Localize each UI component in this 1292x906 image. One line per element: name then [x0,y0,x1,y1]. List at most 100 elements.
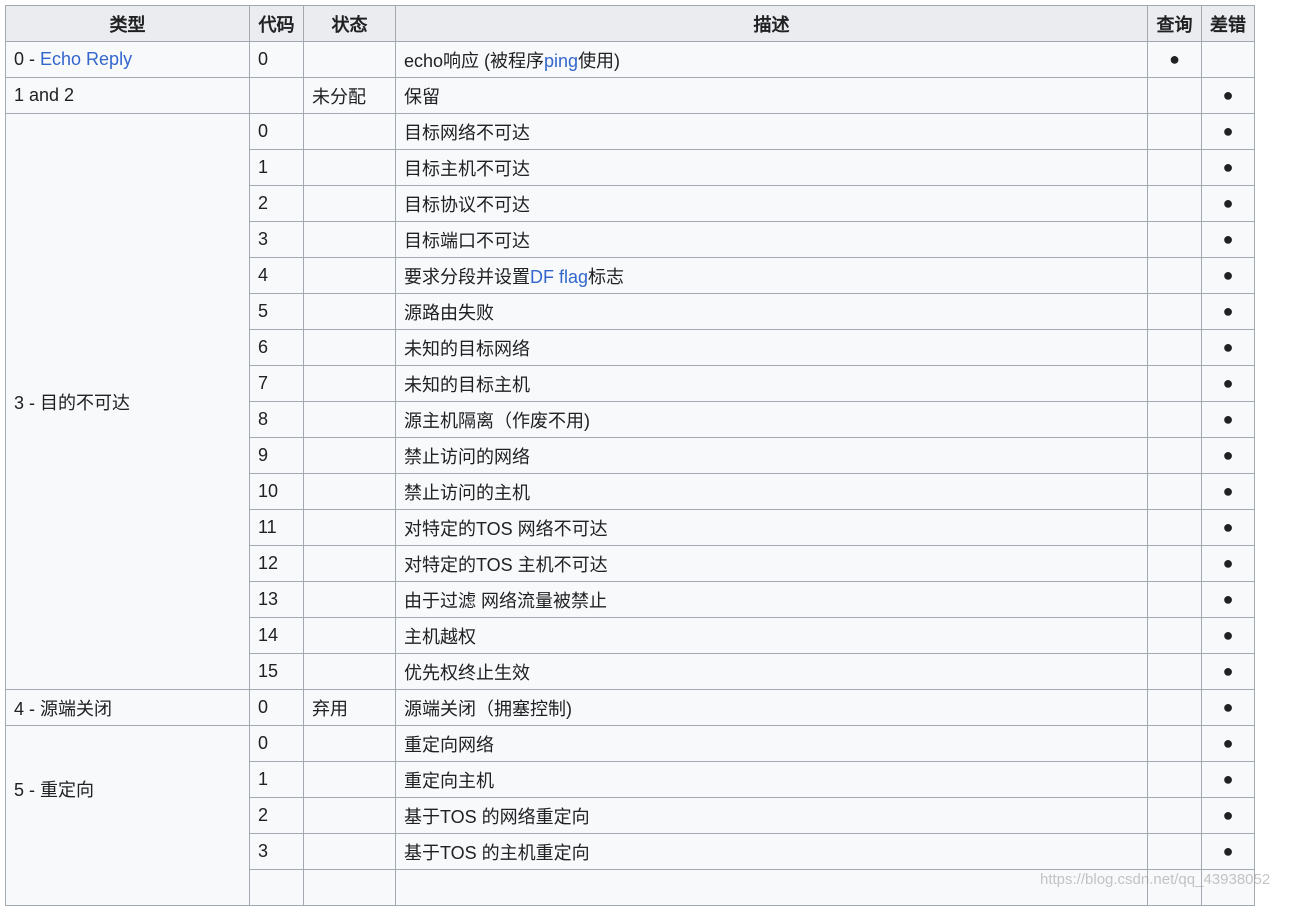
error-mark: ● [1201,77,1255,114]
status-cell [303,329,396,366]
code-cell: 2 [249,185,304,222]
status-cell [303,761,396,798]
status-cell [303,365,396,402]
df-flag-link[interactable]: DF flag [530,267,588,287]
status-cell [303,113,396,150]
error-mark: ● [1201,653,1255,690]
query-cell [1147,797,1202,834]
status-cell [303,581,396,618]
col-header-error[interactable]: 差错 [1201,5,1255,42]
query-cell [1147,653,1202,690]
code-cell: 1 [249,761,304,798]
status-cell [303,833,396,870]
type-number: 0 - [14,49,41,69]
error-mark: ● [1201,617,1255,654]
header-row: 类型 代码 状态 描述 查询 差错 [5,5,1255,42]
query-cell [1147,833,1202,870]
code-cell: 3 [249,833,304,870]
col-header-status[interactable]: 状态 [303,5,396,42]
status-cell [303,617,396,654]
desc-cell: 主机越权 [395,617,1148,654]
status-cell [303,545,396,582]
code-cell: 0 [249,113,304,150]
desc-cell: 优先权终止生效 [395,653,1148,690]
status-cell [303,41,396,78]
error-mark: ● [1201,185,1255,222]
query-cell [1147,473,1202,510]
status-cell [303,257,396,294]
error-mark: ● [1201,221,1255,258]
col-header-type[interactable]: 类型 [5,5,250,42]
query-cell [1147,689,1202,726]
status-cell [303,473,396,510]
status-cell [303,653,396,690]
error-mark: ● [1201,293,1255,330]
error-mark: ● [1201,473,1255,510]
code-cell: 0 [249,725,304,762]
error-mark: ● [1201,689,1255,726]
error-mark: ● [1201,545,1255,582]
code-cell: 3 [249,221,304,258]
icmp-type-table: 类型 代码 状态 描述 查询 差错 0 - Echo Reply 0 echo响… [5,5,1255,906]
code-cell: 0 [249,41,304,78]
status-cell [303,869,396,906]
code-cell: 9 [249,437,304,474]
error-mark: ● [1201,401,1255,438]
table-row: 4 - 源端关闭 0 弃用 源端关闭（拥塞控制) ● [5,689,1255,726]
query-cell [1147,509,1202,546]
status-cell: 未分配 [303,77,396,114]
code-cell: 0 [249,689,304,726]
desc-cell [395,869,1148,906]
code-cell: 8 [249,401,304,438]
status-cell [303,221,396,258]
desc-text: 标志 [588,266,625,287]
query-cell [1147,581,1202,618]
query-cell [1147,149,1202,186]
ping-link[interactable]: ping [544,51,578,71]
error-mark: ● [1201,833,1255,870]
desc-cell: 对特定的TOS 网络不可达 [395,509,1148,546]
status-cell [303,509,396,546]
desc-cell: 禁止访问的网络 [395,437,1148,474]
query-cell [1147,113,1202,150]
type-cell: 0 - Echo Reply [5,41,250,78]
query-cell [1147,761,1202,798]
error-mark: ● [1201,761,1255,798]
desc-cell: 保留 [395,77,1148,114]
desc-cell: 禁止访问的主机 [395,473,1148,510]
desc-cell: 目标协议不可达 [395,185,1148,222]
col-header-code[interactable]: 代码 [249,5,304,42]
table-row: 0 - Echo Reply 0 echo响应 (被程序ping使用) ● [5,41,1255,78]
error-mark: ● [1201,365,1255,402]
query-cell [1147,617,1202,654]
desc-cell: 基于TOS 的主机重定向 [395,833,1148,870]
desc-text: 使用) [578,50,621,71]
desc-cell: 由于过滤 网络流量被禁止 [395,581,1148,618]
code-cell: 2 [249,797,304,834]
code-cell: 13 [249,581,304,618]
code-cell: 14 [249,617,304,654]
desc-cell: 源端关闭（拥塞控制) [395,689,1148,726]
error-mark: ● [1201,113,1255,150]
error-mark: ● [1201,725,1255,762]
desc-cell: 对特定的TOS 主机不可达 [395,545,1148,582]
desc-cell: 目标端口不可达 [395,221,1148,258]
query-cell [1147,401,1202,438]
status-cell: 弃用 [303,689,396,726]
desc-cell: echo响应 (被程序ping使用) [395,41,1148,78]
echo-reply-link[interactable]: Echo Reply [40,49,132,69]
error-mark: ● [1201,257,1255,294]
error-mark: ● [1201,149,1255,186]
desc-cell: 未知的目标网络 [395,329,1148,366]
code-cell: 12 [249,545,304,582]
error-mark: ● [1201,581,1255,618]
col-header-desc[interactable]: 描述 [395,5,1148,42]
desc-cell: 要求分段并设置DF flag标志 [395,257,1148,294]
code-cell [249,77,304,114]
col-header-query[interactable]: 查询 [1147,5,1202,42]
desc-text: 要求分段并设置 [404,266,530,287]
error-cell [1201,41,1255,78]
table-row: 5 - 重定向 0 重定向网络 ● [5,725,1255,906]
query-cell [1147,185,1202,222]
code-cell: 6 [249,329,304,366]
